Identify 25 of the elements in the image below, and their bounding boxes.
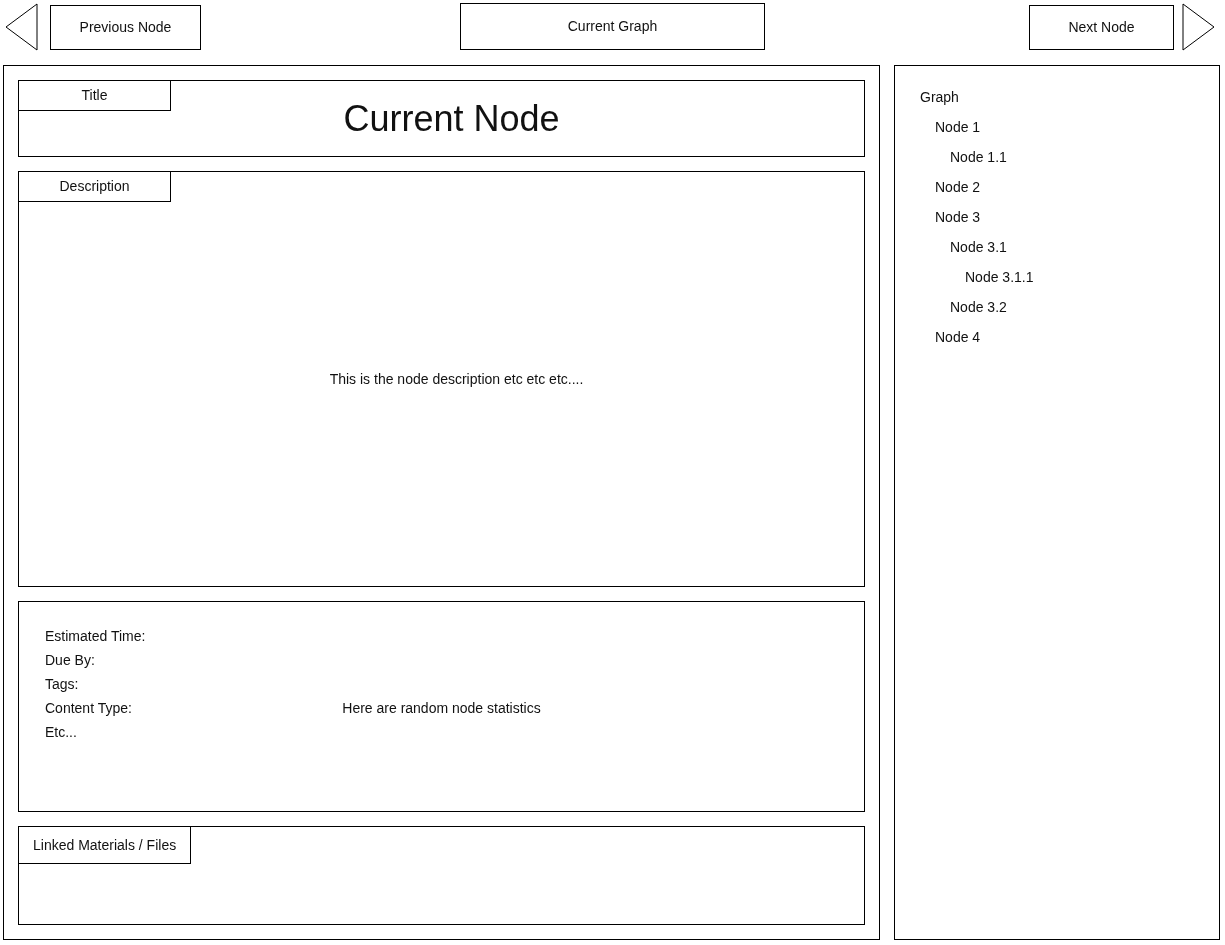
description-text: This is the node description etc etc etc.... bbox=[328, 369, 584, 389]
panel-label: Linked Materials / Files bbox=[18, 826, 192, 864]
statistic-label: Tags: bbox=[45, 674, 80, 694]
statistics-note: Here are random node statistics bbox=[342, 699, 541, 718]
tree-item[interactable]: Graph bbox=[920, 82, 959, 112]
panel-label: Description bbox=[18, 171, 171, 202]
tree-item[interactable]: Node 3.1 bbox=[950, 232, 1007, 262]
tree-item[interactable]: Node 3 bbox=[935, 202, 981, 232]
tree-item[interactable]: Node 3.2 bbox=[950, 292, 1007, 322]
panel-label: Title bbox=[18, 80, 171, 111]
tree-item[interactable]: Node 1 bbox=[935, 112, 981, 142]
tree-item[interactable]: Node 3.1.1 bbox=[965, 262, 1034, 292]
tree-item[interactable]: Node 1.1 bbox=[950, 142, 1007, 172]
node-title: Current Node bbox=[342, 96, 560, 141]
next-node-button[interactable]: Next Node bbox=[1029, 5, 1174, 50]
current-graph-button[interactable]: Current Graph bbox=[460, 3, 765, 50]
tree-item[interactable]: Node 2 bbox=[935, 172, 981, 202]
statistic-label: Content Type: bbox=[45, 698, 133, 718]
statistic-label: Estimated Time: bbox=[45, 626, 146, 646]
tree-item[interactable]: Node 4 bbox=[935, 322, 981, 352]
previous-node-button[interactable]: Previous Node bbox=[50, 5, 201, 50]
left-arrow-icon[interactable] bbox=[5, 3, 38, 51]
statistic-label: Etc... bbox=[45, 722, 78, 742]
right-arrow-icon[interactable] bbox=[1182, 3, 1215, 51]
statistic-label: Due By: bbox=[45, 650, 96, 670]
